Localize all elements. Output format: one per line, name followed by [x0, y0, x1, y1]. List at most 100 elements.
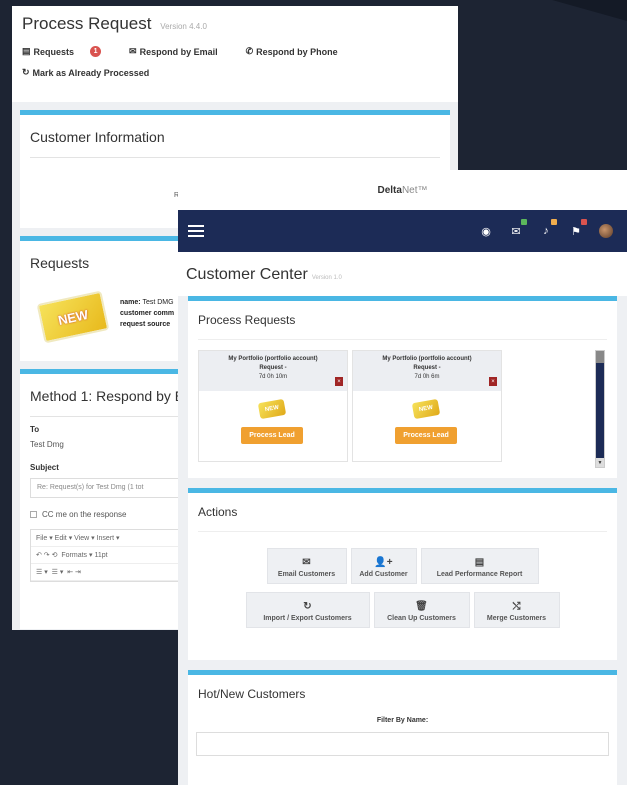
background-wedge [440, 0, 627, 21]
top-navbar: ◉ ✉ ♪ ⚑ [178, 210, 627, 252]
respond-email-label: Respond by Email [139, 46, 218, 57]
checkbox-icon [30, 511, 37, 518]
respond-phone-button[interactable]: ✆ Respond by Phone [246, 46, 352, 57]
process-requests-panel: Process Requests My Portfolio (portfolio… [188, 296, 617, 478]
request-card-header: My Portfolio (portfolio account) Request… [353, 351, 501, 391]
new-badge-icon: NEW [411, 398, 441, 420]
request-card: My Portfolio (portfolio account) Request… [352, 350, 502, 462]
request-source-label: request source [120, 321, 171, 328]
requests-count-badge: 1 [90, 46, 102, 57]
merge-customers-button[interactable]: ⤭ Merge Customers [473, 592, 560, 628]
filter-by-name-input[interactable] [196, 732, 609, 756]
lead-performance-button[interactable]: ▤ Lead Performance Report [420, 548, 539, 584]
format-selector[interactable]: Formats ▾ 11pt [61, 552, 107, 559]
email-customers-label: Email Customers [277, 571, 336, 578]
process-request-header: Process Request Version 4.4.0 ▤ Requests… [12, 6, 458, 102]
customer-center-window: Delta Net™ ◉ ✉ ♪ ⚑ Customer Center Version… [178, 170, 627, 785]
respond-phone-label: Respond by Phone [256, 46, 338, 57]
actions-row: ↻ Import / Export Customers 🗑 Clean Up C… [188, 592, 617, 628]
process-requests-body: My Portfolio (portfolio account) Request… [188, 340, 617, 478]
new-badge-text: NEW [264, 404, 280, 414]
list-icon: ▤ [22, 46, 31, 56]
requests-tab[interactable]: ▤ Requests 1 [22, 46, 115, 57]
request-card-header: My Portfolio (portfolio account) Request… [199, 351, 347, 391]
page-title-text: Process Request [22, 14, 152, 33]
refresh-icon: ↻ [303, 601, 312, 612]
request-actions: ▤ Requests 1 ✉ Respond by Email ✆ Respon… [22, 46, 448, 78]
request-cards: My Portfolio (portfolio account) Request… [198, 350, 607, 462]
undo-redo-icon[interactable]: ↶ ↷ ⟲ [36, 552, 61, 559]
requests-scrollbar[interactable]: ▼ [595, 350, 605, 468]
mark-processed-button[interactable]: ↻ Mark as Already Processed [22, 67, 163, 78]
navbar-icons: ◉ ✉ ♪ ⚑ [479, 218, 613, 238]
merge-customers-label: Merge Customers [486, 615, 547, 622]
request-card-heading: My Portfolio (portfolio account) [228, 356, 318, 362]
avatar[interactable] [599, 224, 613, 238]
request-card-sub: Request - [413, 365, 441, 371]
add-customer-button[interactable]: 👤+ Add Customer [350, 548, 417, 584]
hot-new-customers-panel: Hot/New Customers Filter By Name: [188, 670, 617, 785]
version-label: Version 4.4.0 [160, 22, 207, 31]
brand-logo-suffix: Net™ [401, 184, 428, 196]
email-customers-button[interactable]: ✉ Email Customers [266, 548, 347, 584]
brand-logo: Delta [377, 184, 402, 196]
hot-new-customers-title: Hot/New Customers [198, 687, 306, 701]
report-icon: ▤ [474, 557, 485, 568]
process-requests-title: Process Requests [198, 313, 296, 327]
eye-icon[interactable]: ◉ [479, 225, 493, 238]
clean-up-label: Clean Up Customers [387, 615, 456, 622]
page-title: Process Request Version 4.4.0 [22, 14, 448, 34]
request-card-time: 7d 0h 10m [258, 374, 288, 380]
request-card-time: 7d 0h 6m [414, 374, 440, 380]
import-export-label: Import / Export Customers [263, 615, 352, 622]
request-card: My Portfolio (portfolio account) Request… [198, 350, 348, 462]
respond-email-button[interactable]: ✉ Respond by Email [129, 46, 232, 57]
request-name-value: Test DMG [142, 299, 174, 306]
customer-information-title: Customer Information [30, 129, 165, 145]
version-label: Version 1.0 [311, 275, 342, 281]
phone-icon: ✆ [245, 46, 254, 56]
refresh-icon: ↻ [22, 67, 30, 77]
import-export-button[interactable]: ↻ Import / Export Customers [245, 592, 370, 628]
request-card-heading: My Portfolio (portfolio account) [382, 356, 472, 362]
customer-center-title: Customer Center [186, 266, 308, 283]
mail-icon[interactable]: ✉ [509, 218, 527, 238]
process-lead-button[interactable]: Process Lead [395, 427, 457, 444]
add-user-icon: 👤+ [374, 557, 393, 568]
brand-bar: Delta Net™ [178, 170, 627, 210]
add-customer-label: Add Customer [359, 571, 408, 578]
actions-body: ✉ Email Customers 👤+ Add Customer ▤ Lead… [188, 532, 617, 660]
request-comment-label: customer comm [120, 310, 175, 317]
trash-icon: 🗑 [415, 601, 428, 612]
actions-row: ✉ Email Customers 👤+ Add Customer ▤ Lead… [188, 548, 617, 584]
flag-icon[interactable]: ⚑ [569, 218, 587, 238]
close-icon[interactable]: × [335, 377, 343, 386]
scroll-down-icon[interactable]: ▼ [596, 458, 604, 467]
mark-processed-label: Mark as Already Processed [32, 67, 150, 78]
request-details: name: Test DMG customer comm request sou… [120, 297, 174, 330]
new-badge-text: NEW [56, 306, 90, 328]
clean-up-button[interactable]: 🗑 Clean Up Customers [373, 592, 470, 628]
requests-label: Requests [33, 46, 75, 57]
new-badge-icon: NEW [257, 398, 287, 420]
new-badge-text: NEW [418, 404, 434, 414]
page-title: Customer Center Version 1.0 [178, 252, 627, 296]
filter-by-name-label: Filter By Name: [376, 717, 429, 724]
request-name-label: name: [120, 299, 141, 306]
bell-icon[interactable]: ♪ [539, 219, 557, 237]
actions-panel: Actions ✉ Email Customers 👤+ Add Custome… [188, 488, 617, 660]
hot-new-customers-body: Filter By Name: [188, 717, 617, 785]
merge-icon: ⤭ [512, 601, 521, 612]
actions-title: Actions [198, 505, 238, 519]
cc-label: CC me on the response [42, 510, 127, 519]
lead-performance-label: Lead Performance Report [436, 571, 523, 578]
envelope-icon: ✉ [129, 46, 137, 56]
envelope-icon: ✉ [302, 557, 311, 568]
close-icon[interactable]: × [489, 377, 497, 386]
process-lead-button[interactable]: Process Lead [241, 427, 303, 444]
list-buttons-icon[interactable]: ☰ ▾ ☰ ▾ ⇤ ⇥ [36, 569, 81, 576]
scrollbar-thumb[interactable] [596, 351, 604, 363]
new-badge-icon: NEW [36, 290, 110, 344]
hamburger-menu-icon[interactable] [188, 225, 204, 237]
